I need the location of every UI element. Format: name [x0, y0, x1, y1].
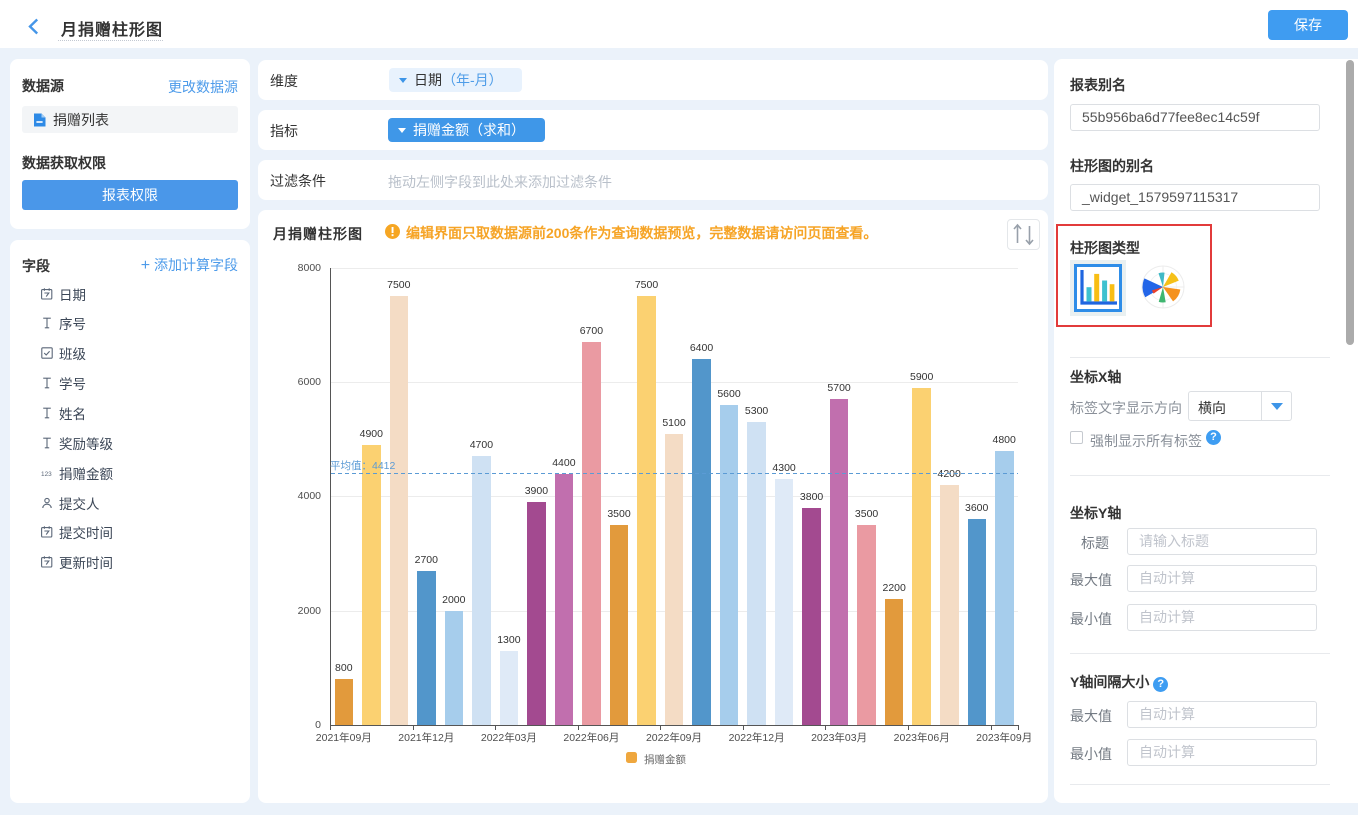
svg-text:123: 123 — [41, 471, 52, 478]
